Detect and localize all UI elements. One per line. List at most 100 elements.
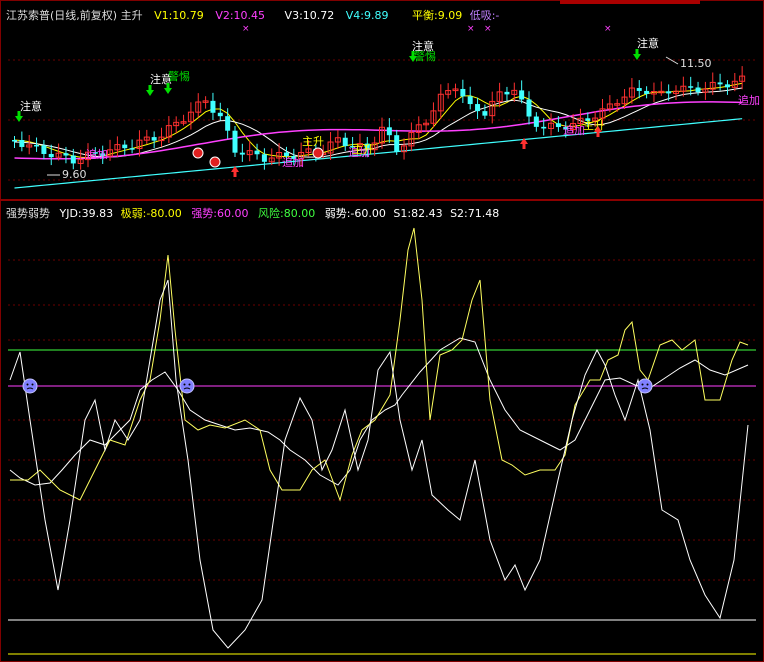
face-icon [641,383,644,386]
strong-readout: 强势:60.00 [191,207,249,220]
candle-body [519,90,525,100]
red-ball-icon [209,156,221,168]
ma-v4-readout: V4:9.89 [345,9,389,22]
price-low-label: 9.60 [62,168,87,181]
candle-body [541,126,547,129]
candle-body [644,90,650,94]
ma-v4-line [14,118,743,189]
candle-body [151,137,157,141]
indicator-header: 强势弱势 YJD:39.83 极弱:-80.00 强势:60.00 风险:80.… [6,207,507,220]
candle-body [504,91,510,95]
candle-body [482,111,488,116]
indicator-title: 强势弱势 [6,207,50,220]
candle-body [342,137,348,147]
s2-line [9,337,749,486]
marker-icon: × [242,24,250,34]
red-ball-icon [312,147,324,159]
candle-body [460,88,466,97]
marker-icon: × [604,24,612,34]
candle-body [41,145,47,154]
candle-body [555,123,561,128]
low-absorb-readout: 低吸:- [469,9,500,22]
stock-title: 江苏索普(日线,前复权) 主升 [6,9,143,22]
candle-body [239,152,245,155]
price-high-label: 11.50 [680,57,712,70]
top-status-strip [560,0,700,4]
balance-readout: 平衡:9.09 [412,9,463,22]
candle-body [467,96,473,105]
ma-v2-readout: V2:10.45 [215,9,266,22]
green-arrow-icon [166,83,170,88]
add-label: 追加 [86,147,108,161]
s1-readout: S1:82.43 [393,207,443,220]
red-arrow-icon [233,172,237,177]
candle-body [63,153,69,156]
alert-label: 警惕 [414,49,436,63]
face-icon [183,383,186,386]
main-rise-label: 主升 [352,143,374,156]
yjd-line [9,279,749,649]
face-icon [26,383,29,386]
attention-label: 注意 [20,99,42,113]
add-label: 追加 [282,155,304,169]
green-arrow-icon [411,51,415,56]
red-arrow-icon [522,144,526,149]
chart-canvas[interactable]: 注意注意警惕注意警惕注意追加追加追加追加追加主升主升主升11.509.60× × ×… [0,0,764,662]
green-arrow-icon [17,111,21,116]
candle-body [34,144,40,147]
candle-body [210,100,216,113]
candle-body [666,91,672,94]
add-label: 追加 [563,123,585,137]
candle-body [695,87,701,93]
ma-v1-readout: V1:10.79 [154,9,204,22]
red-arrow-icon [596,132,600,137]
main-chart-header: 江苏索普(日线,前复权) 主升 V1:10.79 V2:10.45 V3:10.… [6,9,507,22]
candle-body [526,99,532,117]
main-rise-label: 主升 [302,135,324,148]
extreme-weak-readout: 极弱:-80.00 [120,207,182,220]
face-icon [22,378,38,394]
green-arrow-icon [148,85,152,90]
candle-body [19,140,25,147]
candle-body [232,130,238,153]
marker-icon: × [467,24,475,34]
candle-body [533,116,539,127]
alert-label: 警惕 [168,69,190,83]
candle-body [636,88,642,91]
main-rise-label: 主升 [583,119,605,132]
candle-body [122,144,128,149]
s2-readout: S2:71.48 [450,207,500,220]
face-icon [188,383,191,386]
candle-body [475,104,481,112]
face-icon [179,378,195,394]
candle-body [70,155,76,164]
attention-label: 注意 [637,36,659,50]
green-arrow-icon [635,49,639,54]
candle-body [261,154,267,162]
candle-body [12,140,17,142]
price-high-pointer [665,56,679,65]
face-icon [31,383,34,386]
risk-readout: 风险:80.00 [258,207,316,220]
marker-icon: × [484,24,492,34]
weak-readout: 弱势:-60.00 [324,207,386,220]
s1-line [10,227,749,502]
red-ball-icon [192,147,204,159]
face-icon [646,383,649,386]
yjd-readout: YJD:39.83 [59,207,114,220]
chart-window[interactable]: 注意 注意 警惕 注意 警惕 注意 追加 追加 追加 追加 追加 主升 主升 主升 11.50 9.60 × × ×… [0,0,764,662]
candle-body [225,116,231,131]
candle-body [688,86,694,88]
green-arrow-icon [164,88,172,94]
green-arrow-icon [146,90,154,96]
candle-body [48,153,54,158]
green-arrow-icon [633,54,641,60]
add-label: 追加 [738,93,760,107]
candle-body [724,84,730,88]
candle-body [394,135,400,152]
candle-body [717,82,723,85]
candle-body [217,112,223,117]
candle-body [254,150,260,155]
ma-v3-readout: V3:10.72 [284,9,335,22]
green-arrow-icon [15,116,23,122]
